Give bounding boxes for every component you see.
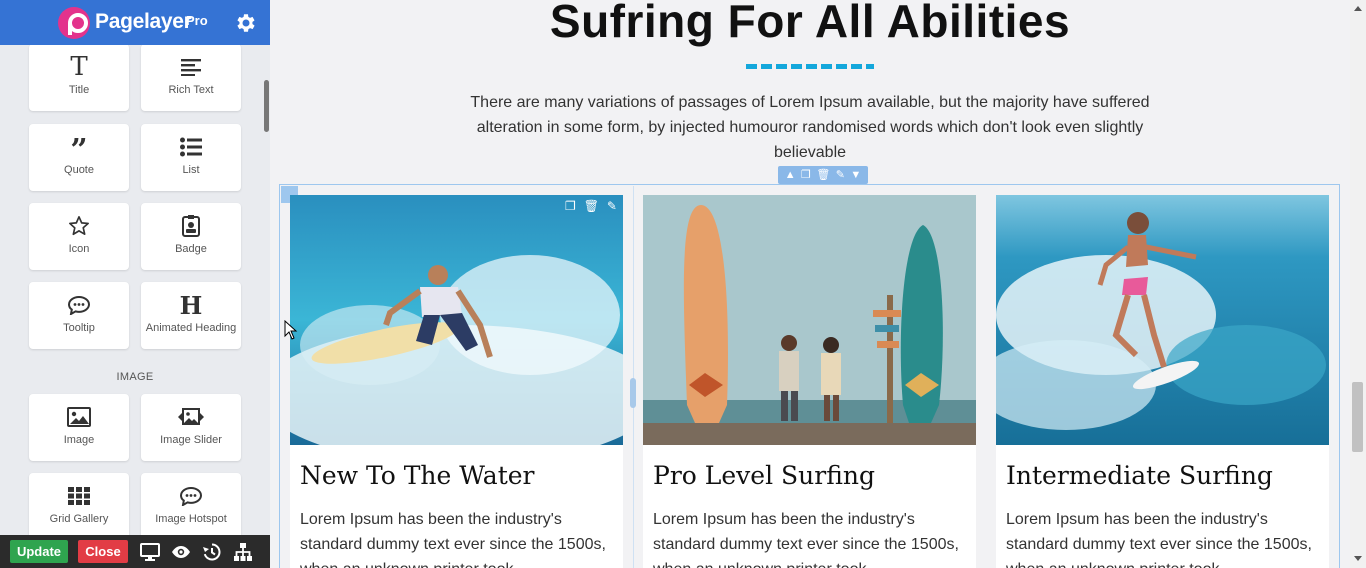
star-icon <box>29 213 129 239</box>
scroll-down-arrow-icon[interactable] <box>1354 556 1362 561</box>
card-title[interactable]: Pro Level Surfing <box>653 461 875 490</box>
widget-rich-text[interactable]: Rich Text <box>141 45 241 111</box>
animated-heading-icon: H <box>179 290 203 320</box>
rich-text-icon <box>141 54 241 80</box>
edit-icon[interactable]: ✎ <box>836 166 845 184</box>
card-pro-level-surfing[interactable]: Pro Level Surfing Lorem Ipsum has been t… <box>643 195 976 568</box>
surfer-photo: ❐ 🗑 ✎ <box>290 195 623 445</box>
widget-label: Rich Text <box>168 84 214 96</box>
widget-label: Badge <box>175 243 207 255</box>
pagelayer-logo-icon <box>58 7 90 39</box>
page-scrollbar[interactable] <box>1350 0 1366 568</box>
widget-label: Tooltip <box>63 322 95 334</box>
sidebar-header: Pagelayer Pro <box>0 0 270 45</box>
preview-eye-icon[interactable] <box>171 542 191 562</box>
widget-grid-gallery[interactable]: Grid Gallery <box>29 473 129 535</box>
row-toolbar: ▲ ❐ 🗑 ✎ ▼ <box>778 166 868 184</box>
image-hotspot-icon <box>141 483 241 509</box>
widget-image-hotspot[interactable]: Image Hotspot <box>141 473 241 535</box>
tooltip-icon <box>29 292 129 318</box>
brand-name: Pagelayer <box>95 10 192 33</box>
page-canvas: Sufring For All Abilities There are many… <box>270 0 1350 568</box>
image-slider-icon <box>141 404 241 430</box>
title-icon: T <box>70 52 88 82</box>
widget-label: Icon <box>68 243 90 255</box>
widget-list: T Title Rich Text ” Quote List Icon Badg… <box>0 45 270 535</box>
edit-icon[interactable]: ✎ <box>607 199 617 213</box>
widget-label: Grid Gallery <box>49 513 109 525</box>
widget-title[interactable]: T Title <box>29 45 129 111</box>
card-text[interactable]: Lorem Ipsum has been the industry's stan… <box>653 507 969 568</box>
widget-label: Quote <box>64 164 94 176</box>
copy-icon[interactable]: ❐ <box>801 166 811 184</box>
move-up-icon[interactable]: ▲ <box>785 166 796 184</box>
desktop-icon[interactable] <box>140 542 160 562</box>
brand-tier: Pro <box>186 13 208 28</box>
sidebar-footer: Update Close <box>0 535 270 568</box>
girl-surfing-photo <box>996 195 1329 445</box>
card-title[interactable]: New To The Water <box>300 461 535 490</box>
history-icon[interactable] <box>202 542 222 562</box>
mouse-cursor-icon <box>284 320 298 340</box>
copy-icon[interactable]: ❐ <box>565 199 576 213</box>
widget-icon[interactable]: Icon <box>29 203 129 270</box>
card-text[interactable]: Lorem Ipsum has been the industry's stan… <box>1006 507 1322 568</box>
badge-icon <box>141 213 241 239</box>
quote-icon: ” <box>70 133 88 168</box>
column-separator <box>633 186 634 568</box>
sitemap-icon[interactable] <box>233 542 253 562</box>
widget-quote[interactable]: ” Quote <box>29 124 129 191</box>
sidebar-scrollbar[interactable] <box>264 80 269 132</box>
card-new-to-the-water[interactable]: ❐ 🗑 ✎ New To The Water Lorem Ipsum has b… <box>290 195 623 568</box>
intro-paragraph[interactable]: There are many variations of passages of… <box>470 90 1150 165</box>
widget-animated-heading[interactable]: H Animated Heading <box>141 282 241 349</box>
widget-image-slider[interactable]: Image Slider <box>141 394 241 461</box>
widget-label: List <box>182 164 200 176</box>
delete-icon[interactable]: 🗑 <box>816 166 830 184</box>
widget-label: Animated Heading <box>145 322 237 334</box>
widget-tooltip[interactable]: Tooltip <box>29 282 129 349</box>
update-button[interactable]: Update <box>10 540 68 563</box>
gear-icon[interactable] <box>233 11 257 35</box>
beach-surfboards-photo <box>643 195 976 445</box>
widget-list-item[interactable]: List <box>141 124 241 191</box>
heading-divider <box>746 64 874 69</box>
page-heading[interactable]: Sufring For All Abilities <box>270 0 1350 48</box>
scroll-thumb[interactable] <box>1352 382 1363 452</box>
card-text[interactable]: Lorem Ipsum has been the industry's stan… <box>300 507 616 568</box>
widget-label: Title <box>68 84 90 96</box>
pagelayer-editor: Pagelayer Pro T Title Rich Text ” Quote <box>0 0 1366 568</box>
column-resize-handle[interactable] <box>630 378 636 408</box>
close-button[interactable]: Close <box>78 540 128 563</box>
widget-badge[interactable]: Badge <box>141 203 241 270</box>
widget-label: Image <box>63 434 95 446</box>
image-icon <box>29 404 129 430</box>
scroll-up-arrow-icon[interactable] <box>1354 6 1362 11</box>
card-title[interactable]: Intermediate Surfing <box>1006 461 1273 490</box>
chevron-down-icon[interactable]: ▼ <box>850 166 861 184</box>
column-toolbar: ❐ 🗑 ✎ <box>561 197 621 215</box>
delete-icon[interactable]: 🗑 <box>584 199 599 213</box>
list-icon <box>141 134 241 160</box>
grid-gallery-icon <box>29 483 129 509</box>
widget-image[interactable]: Image <box>29 394 129 461</box>
widget-label: Image Hotspot <box>155 513 227 525</box>
section-title-image: IMAGE <box>116 371 154 383</box>
widget-sidebar: Pagelayer Pro T Title Rich Text ” Quote <box>0 0 270 568</box>
widget-label: Image Slider <box>160 434 222 446</box>
card-intermediate-surfing[interactable]: Intermediate Surfing Lorem Ipsum has bee… <box>996 195 1329 568</box>
